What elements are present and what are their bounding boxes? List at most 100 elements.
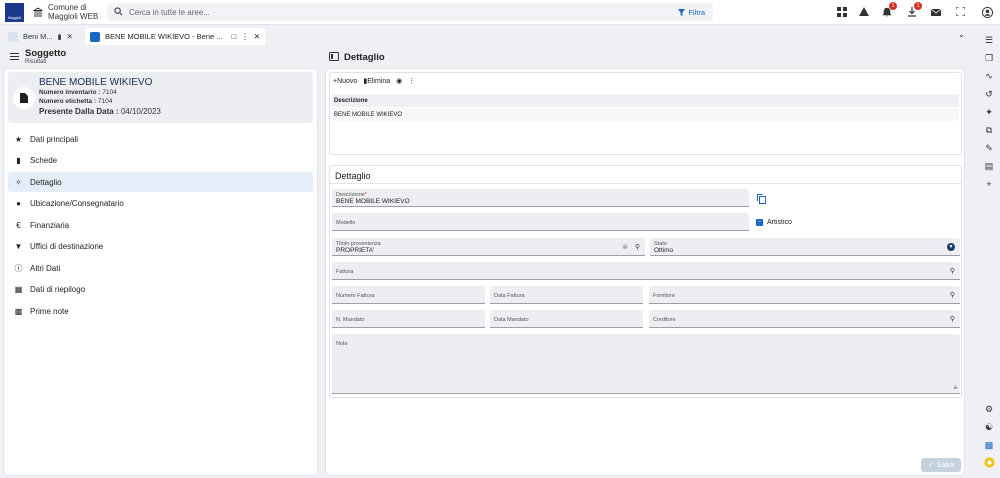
document-icon[interactable]: ▤ [983,160,995,172]
download-icon[interactable]: 1 [906,2,922,19]
document-icon [13,87,35,109]
user-account-icon[interactable] [981,6,993,19]
tab-label: BENE MOBILE WIKIEVO - Bene ... [105,32,223,41]
right-tool-rail: ☰ ❐ ∿ ↺ ✦ ⧉ ✎ ▤ + ⚙ ☯ ▩ [978,25,1000,478]
clear-icon[interactable]: ⊗ [622,243,628,251]
dashboard-icon[interactable] [836,7,848,19]
copy-icon[interactable] [757,194,766,204]
filter-button[interactable]: Filtra [678,8,705,17]
section-title: Soggetto [25,48,67,59]
data-mandato-field[interactable]: Data Mandato [490,310,643,328]
add-icon[interactable]: + [983,178,995,190]
nav-item-altri-dati[interactable]: ⓘ Altri Dati [8,258,313,278]
nav-item-schede[interactable]: ▮ Schede [8,151,313,171]
chat-icon[interactable]: ▩ [983,439,995,451]
present-since-date: Presente Dalla Data : 04/10/2023 [39,107,161,116]
artistico-checkbox[interactable]: − Artistico [756,219,792,226]
search-icon [114,7,123,16]
chevron-down-icon[interactable]: ⌄ [958,30,965,39]
pin-tab-icon[interactable]: □ [232,32,237,41]
fornitore-field[interactable]: Fornitore ⚲ [649,286,960,304]
modello-field[interactable]: Modello [332,213,749,231]
data-fattura-field[interactable]: Data Fattura [490,286,643,304]
calculator-icon: ▦ [14,285,23,294]
close-icon[interactable]: ✕ [66,32,72,41]
creditore-field[interactable]: Creditore ⚲ [649,310,960,328]
euro-icon: € [16,220,21,230]
nav-item-ubicazione[interactable]: ● Ubicazione/Consegnatario [8,194,313,214]
fullscreen-icon[interactable] [954,6,966,19]
more-vertical-icon[interactable]: ⋮ [408,77,415,85]
detail-section-title: Dettaglio [344,52,385,63]
nav-item-uffici[interactable]: ▼ Uffici di destinazione [8,237,313,257]
check-icon: ✓ [927,462,934,469]
close-icon[interactable]: ✕ [254,32,260,41]
numero-fattura-field[interactable]: Numero Fattura [332,286,485,304]
settings-gear-icon[interactable]: ⚙ [983,403,995,415]
edit-doc-icon[interactable]: ✎ [983,142,995,154]
top-bar: Maggioli Comune di Maggioli WEB Cerca in… [0,0,1000,25]
module-icon [90,31,100,42]
building-icon [33,7,43,17]
tab-beni-mobili[interactable]: Beni M... ▮ ✕ [3,28,78,45]
nav-item-dati-principali[interactable]: ★ Dati principali [8,129,313,149]
file-icon: ▮ [16,156,21,165]
detail-grid: +Nuovo ▮Elimina ◉ ⋮ Descrizione BENE MOB… [329,72,962,155]
filter-label: Filtra [688,8,705,17]
stato-select[interactable]: Stato Ottimo ▼ [650,238,960,256]
search-icon[interactable]: ⚲ [635,243,640,251]
tab-bar: Beni M... ▮ ✕ BENE MOBILE WIKIEVO - Bene… [0,25,972,45]
duplicate-icon[interactable]: ⧉ [983,124,995,136]
fattura-field[interactable]: Fattura ⚲ [332,262,960,280]
search-icon[interactable]: ⚲ [950,291,955,299]
filter-icon [678,9,686,16]
accessibility-icon[interactable]: ☯ [983,421,995,433]
section-subtitle: Risultati [25,59,47,65]
municipality-selector[interactable]: Comune di Maggioli WEB [33,3,98,21]
grid-header-descrizione[interactable]: Descrizione [332,94,959,107]
n-mandato-field[interactable]: N. Mandato [332,310,485,328]
warning-icon[interactable] [858,7,870,19]
checkbox-box[interactable]: − [756,219,763,226]
nav-item-dettaglio[interactable]: ✧ Dettaglio [8,172,313,192]
bookmark-icon[interactable]: ▮ [58,33,62,41]
delete-button[interactable]: ▮Elimina [363,77,390,85]
magic-wand-icon: ✧ [15,177,22,187]
notifications-bell-icon[interactable]: 1 [881,2,897,19]
descrizione-field[interactable]: Descrizione* BENE MOBILE WIKIEVO [332,189,749,207]
tab-bene-mobile[interactable]: BENE MOBILE WIKIEVO - Bene ... □ ⋮ ✕ [85,28,265,45]
global-search[interactable]: Cerca in tutte le aree... Filtra [107,3,713,21]
search-icon[interactable]: ⚲ [950,267,955,275]
eye-icon[interactable]: ◉ [396,77,402,85]
search-placeholder[interactable]: Cerca in tutte le aree... [129,8,210,17]
label-number: Numero etichetta : 7104 [39,98,113,105]
chevron-down-icon[interactable]: ▼ [947,243,955,251]
tab-label: Beni M... [23,32,53,41]
panel-toggle-icon[interactable] [329,52,339,61]
save-button[interactable]: ✓ Salva [921,458,961,472]
resize-handle-icon[interactable]: ≗ [953,385,958,392]
person-icon: ● [16,199,21,208]
menu-icon[interactable] [10,53,19,60]
new-button[interactable]: +Nuovo [333,78,357,85]
grid-toolbar: +Nuovo ▮Elimina ◉ ⋮ [333,77,415,86]
pin-icon: ▼ [14,242,23,251]
notifications-badge: 1 [889,2,897,10]
maggioli-logo[interactable]: Maggioli [5,3,24,22]
note-textarea[interactable]: Note ≗ [332,334,960,394]
titolo-provenienza-field[interactable]: Titolo provenienza PROPRIETA' ⊗ ⚲ [332,238,645,256]
more-vertical-icon[interactable]: ⋮ [241,32,249,41]
history-icon[interactable]: ↺ [983,88,995,100]
search-icon[interactable]: ⚲ [950,315,955,323]
tools-icon[interactable]: ✦ [983,106,995,118]
info-icon: ⓘ [14,263,23,273]
trend-icon[interactable]: ∿ [983,70,995,82]
mail-icon[interactable] [930,7,942,19]
copy-stack-icon[interactable]: ❐ [983,52,995,64]
nav-item-prime-note[interactable]: ▩ Prime note [8,301,313,321]
nav-item-finanziaria[interactable]: € Finanziaria [8,215,313,235]
list-icon[interactable]: ☰ [983,34,995,46]
help-icon[interactable] [983,457,995,469]
nav-item-riepilogo[interactable]: ▦ Dati di riepilogo [8,280,313,300]
table-row[interactable]: BENE MOBILE WIKIEVO [332,108,959,121]
